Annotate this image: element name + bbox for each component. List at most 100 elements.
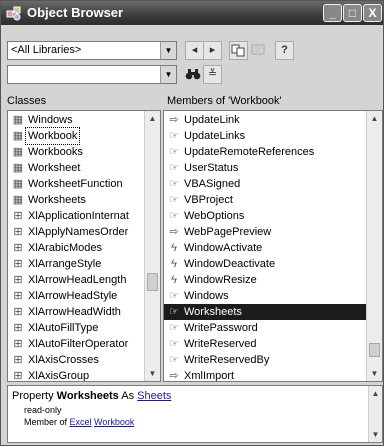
members-list[interactable]: ▲ ▼ ⇨ UpdateLink ☞ UpdateLinks ☞ UpdateRemote… [163, 110, 383, 382]
classes-scrollbar[interactable]: ▲ ▼ [144, 111, 160, 381]
scroll-thumb[interactable] [147, 273, 158, 291]
member-row[interactable]: ⇨ XmlImport [164, 368, 366, 382]
details-scrollbar[interactable]: ▲ ▼ [368, 386, 382, 442]
show-hide-search-button[interactable]: ≚ [203, 65, 222, 84]
member-row[interactable]: ϟ WindowActivate [164, 240, 366, 256]
member-label: WritePassword [184, 322, 258, 334]
class-row[interactable]: ⊞ XlArabicModes [8, 240, 144, 256]
classes-list[interactable]: ▲ ▼ ▦ Windows ▦ Workbook ▦ Workbooks ▦ Workshee… [7, 110, 161, 382]
enum-icon: ⊞ [13, 210, 23, 222]
binoculars-icon [185, 69, 200, 80]
search-combo[interactable]: ▼ [7, 65, 177, 84]
member-label: XmlImport [184, 370, 235, 382]
enum-icon: ⊞ [13, 290, 23, 302]
class-row[interactable]: ⊞ XlAutoFilterOperator [8, 336, 144, 352]
scroll-down-icon[interactable]: ▼ [367, 366, 382, 381]
class-row[interactable]: ⊞ XlApplyNamesOrder [8, 224, 144, 240]
member-label: Windows [184, 290, 229, 302]
title-bar[interactable]: Object Browser _ □ X [1, 1, 383, 25]
members-scrollbar[interactable]: ▲ ▼ [366, 111, 382, 381]
class-label: XlArabicModes [28, 242, 102, 254]
class-row[interactable]: ⊞ XlArrowHeadLength [8, 272, 144, 288]
class-row[interactable]: ⊞ XlAxisGroup [8, 368, 144, 382]
member-row[interactable]: ϟ WindowDeactivate [164, 256, 366, 272]
member-row[interactable]: ⇨ UpdateLink [164, 112, 366, 128]
library-combo-value: <All Libraries> [11, 44, 82, 56]
member-row[interactable]: ☞ UpdateRemoteReferences [164, 144, 366, 160]
library-link[interactable]: Excel [70, 417, 92, 427]
class-icon: ▦ [12, 114, 24, 126]
scroll-down-icon[interactable]: ▼ [145, 366, 160, 381]
property-icon: ☞ [169, 354, 179, 366]
class-row[interactable]: ▦ Workbooks [8, 144, 144, 160]
member-label: UserStatus [184, 162, 239, 174]
class-row[interactable]: ⊞ XlAutoFillType [8, 320, 144, 336]
enum-icon: ⊞ [13, 242, 23, 254]
member-row[interactable]: ☞ UpdateLinks [164, 128, 366, 144]
details-type-link[interactable]: Sheets [137, 390, 171, 402]
class-label: XlAutoFilterOperator [28, 338, 129, 350]
member-row[interactable]: ☞ VBASigned [164, 176, 366, 192]
class-label: XlArrangeStyle [28, 258, 102, 270]
enum-icon: ⊞ [13, 354, 23, 366]
class-row[interactable]: ⊞ XlArrangeStyle [8, 256, 144, 272]
close-button[interactable]: X [363, 4, 382, 22]
back-icon: ◂ [191, 44, 198, 56]
details-pane: Property Worksheets As Sheets read-only … [7, 385, 383, 443]
scroll-thumb[interactable] [369, 343, 380, 357]
chevron-down-icon[interactable]: ▼ [160, 42, 176, 59]
view-definition-button[interactable] [249, 41, 268, 60]
class-icon: ▦ [12, 178, 24, 190]
class-icon: ▦ [12, 194, 24, 206]
class-row[interactable]: ▦ Workbook [8, 127, 144, 145]
forward-button[interactable]: ▸ [203, 41, 222, 60]
help-button[interactable]: ? [275, 41, 294, 60]
property-icon: ☞ [169, 146, 179, 158]
member-label: WindowResize [184, 274, 257, 286]
maximize-button[interactable]: □ [343, 4, 362, 22]
class-label: XlAxisGroup [28, 370, 90, 382]
class-row[interactable]: ▦ WorksheetFunction [8, 176, 144, 192]
class-link[interactable]: Workbook [94, 417, 134, 427]
class-row[interactable]: ⊞ XlApplicationInternat [8, 208, 144, 224]
property-icon: ☞ [169, 338, 179, 350]
member-row[interactable]: ☞ VBProject [164, 192, 366, 208]
member-row[interactable]: ☞ WebOptions [164, 208, 366, 224]
class-row[interactable]: ▦ Worksheets [8, 192, 144, 208]
member-row[interactable]: ☞ WriteReservedBy [164, 352, 366, 368]
back-button[interactable]: ◂ [185, 41, 204, 60]
member-row[interactable]: ⇨ WebPagePreview [164, 224, 366, 240]
member-label: VBASigned [184, 178, 241, 190]
class-row[interactable]: ⊞ XlArrowHeadWidth [8, 304, 144, 320]
class-row[interactable]: ⊞ XlArrowHeadStyle [8, 288, 144, 304]
member-row[interactable]: ☞ Worksheets [164, 304, 366, 320]
class-row[interactable]: ▦ Windows [8, 112, 144, 128]
member-row[interactable]: ☞ WritePassword [164, 320, 366, 336]
property-icon: ☞ [169, 162, 179, 174]
scroll-down-icon[interactable]: ▼ [369, 427, 382, 442]
member-label: UpdateLink [184, 114, 240, 126]
class-label: Worksheets [28, 194, 86, 206]
search-button[interactable] [183, 65, 202, 84]
minimize-button[interactable]: _ [323, 4, 342, 22]
class-label: Workbooks [28, 146, 83, 158]
scroll-up-icon[interactable]: ▲ [369, 386, 382, 401]
property-icon: ☞ [169, 178, 179, 190]
chevron-down-icon[interactable]: ▼ [160, 66, 176, 83]
member-row[interactable]: ☞ UserStatus [164, 160, 366, 176]
enum-icon: ⊞ [13, 306, 23, 318]
scroll-up-icon[interactable]: ▲ [145, 111, 160, 126]
library-combo[interactable]: <All Libraries> ▼ [7, 41, 177, 60]
member-row[interactable]: ☞ WriteReserved [164, 336, 366, 352]
class-row[interactable]: ⊞ XlAxisCrosses [8, 352, 144, 368]
member-row[interactable]: ϟ WindowResize [164, 272, 366, 288]
class-label: XlAutoFillType [28, 322, 99, 334]
class-row[interactable]: ▦ Worksheet [8, 160, 144, 176]
copy-button[interactable] [229, 41, 248, 60]
enum-icon: ⊞ [13, 370, 23, 382]
scroll-up-icon[interactable]: ▲ [367, 111, 382, 126]
class-label: XlArrowHeadWidth [28, 306, 121, 318]
view-definition-icon [251, 44, 265, 55]
enum-icon: ⊞ [13, 322, 23, 334]
member-row[interactable]: ☞ Windows [164, 288, 366, 304]
